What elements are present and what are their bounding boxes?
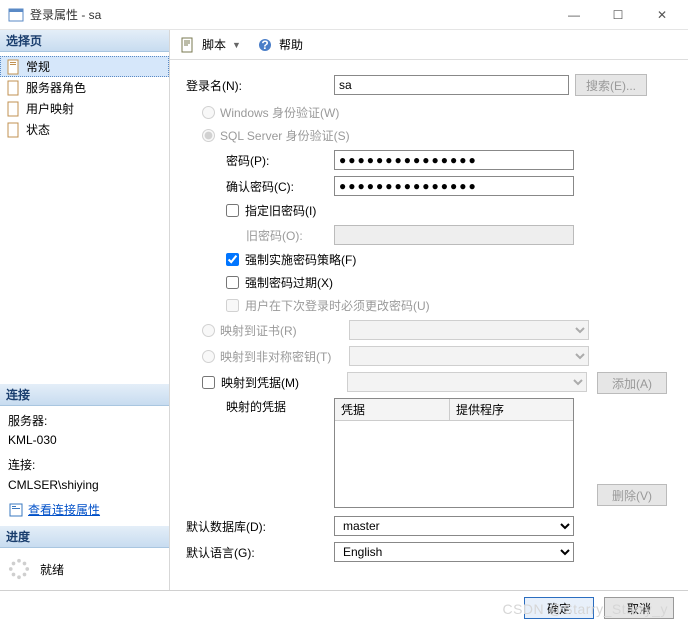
maximize-button[interactable]: ☐ [596,1,640,29]
titlebar: 登录属性 - sa — ☐ ✕ [0,0,688,30]
svg-text:?: ? [261,38,268,52]
spinner-icon [8,558,30,580]
connection-label: 连接: [8,456,161,475]
connection-header: 连接 [0,384,169,406]
confirm-password-input[interactable] [334,176,574,196]
search-button: 搜索(E)... [575,74,647,96]
map-cert-combo [349,320,589,340]
map-asym-label: 映射到非对称密钥(T) [220,348,344,365]
enforce-expiration-label: 强制密码过期(X) [245,274,333,291]
password-label: 密码(P): [184,152,334,169]
sql-auth-label: SQL Server 身份验证(S) [220,127,350,144]
must-change-label: 用户在下次登录时必须更改密码(U) [245,297,430,314]
nav-general[interactable]: 常规 [0,56,169,77]
map-cert-radio [202,324,215,337]
server-value: KML-030 [8,431,161,450]
old-password-label: 旧密码(O): [184,227,334,244]
nav-label: 常规 [26,58,50,75]
login-name-input[interactable] [334,75,569,95]
close-button[interactable]: ✕ [640,1,684,29]
specify-old-password-label: 指定旧密码(I) [245,202,316,219]
default-db-label: 默认数据库(D): [184,518,334,535]
view-connection-properties-link[interactable]: 查看连接属性 [28,501,100,520]
left-panel: 选择页 常规 服务器角色 用户映射 状态 连接 服务器: KML-030 [0,30,170,590]
windows-auth-radio [202,106,215,119]
add-button: 添加(A) [597,372,667,394]
dialog-footer: 确定 取消 [0,590,688,625]
specify-old-password-checkbox[interactable] [226,204,239,217]
toolbar: 脚本 ▼ ? 帮助 [170,30,688,60]
connection-value: CMLSER\shiying [8,476,161,495]
windows-auth-label: Windows 身份验证(W) [220,104,339,121]
script-button[interactable]: 脚本 [202,36,226,53]
properties-icon [8,502,24,518]
minimize-button[interactable]: — [552,1,596,29]
map-credential-label: 映射到凭据(M) [221,374,341,391]
map-asym-radio [202,350,215,363]
map-cert-label: 映射到证书(R) [220,322,344,339]
page-icon [6,59,22,75]
default-db-select[interactable]: master [334,516,574,536]
connection-info: 服务器: KML-030 连接: CMLSER\shiying 查看连接属性 [0,406,169,526]
nav-label: 状态 [26,121,50,138]
progress-header: 进度 [0,526,169,548]
col-provider: 提供程序 [450,399,573,420]
map-credential-checkbox[interactable] [202,376,215,389]
right-panel: 脚本 ▼ ? 帮助 登录名(N): 搜索(E)... Windows 身份验证(… [170,30,688,590]
progress-status: 就绪 [40,561,64,578]
mapped-credentials-label: 映射的凭据 [184,398,334,415]
login-name-label: 登录名(N): [184,77,334,94]
sql-auth-radio [202,129,215,142]
default-lang-label: 默认语言(G): [184,544,334,561]
enforce-expiration-checkbox[interactable] [226,276,239,289]
page-icon [6,80,22,96]
default-lang-select[interactable]: English [334,542,574,562]
nav-status[interactable]: 状态 [0,119,169,140]
nav-server-roles[interactable]: 服务器角色 [0,77,169,98]
nav-label: 服务器角色 [26,79,86,96]
map-credential-combo [347,372,587,392]
credentials-table[interactable]: 凭据 提供程序 [334,398,574,508]
help-button[interactable]: 帮助 [279,36,303,53]
app-icon [8,7,24,23]
script-icon [180,37,196,53]
enforce-policy-label: 强制实施密码策略(F) [245,251,356,268]
nav-label: 用户映射 [26,100,74,117]
select-page-header: 选择页 [0,30,169,52]
page-nav: 常规 服务器角色 用户映射 状态 [0,52,169,144]
sql-auth-radio-row: SQL Server 身份验证(S) [184,127,674,144]
col-credential: 凭据 [335,399,450,420]
page-icon [6,122,22,138]
help-icon: ? [257,37,273,53]
map-asym-combo [349,346,589,366]
dropdown-icon[interactable]: ▼ [232,40,241,50]
password-input[interactable] [334,150,574,170]
window-title: 登录属性 - sa [30,6,552,23]
cancel-button[interactable]: 取消 [604,597,674,619]
confirm-password-label: 确认密码(C): [184,178,334,195]
page-icon [6,101,22,117]
enforce-policy-checkbox[interactable] [226,253,239,266]
nav-user-mapping[interactable]: 用户映射 [0,98,169,119]
must-change-checkbox [226,299,239,312]
old-password-input [334,225,574,245]
progress-body: 就绪 [0,548,169,590]
form-area: 登录名(N): 搜索(E)... Windows 身份验证(W) SQL Ser… [170,60,688,590]
ok-button[interactable]: 确定 [524,597,594,619]
windows-auth-radio-row: Windows 身份验证(W) [184,104,674,121]
server-label: 服务器: [8,412,161,431]
remove-button: 删除(V) [597,484,667,506]
